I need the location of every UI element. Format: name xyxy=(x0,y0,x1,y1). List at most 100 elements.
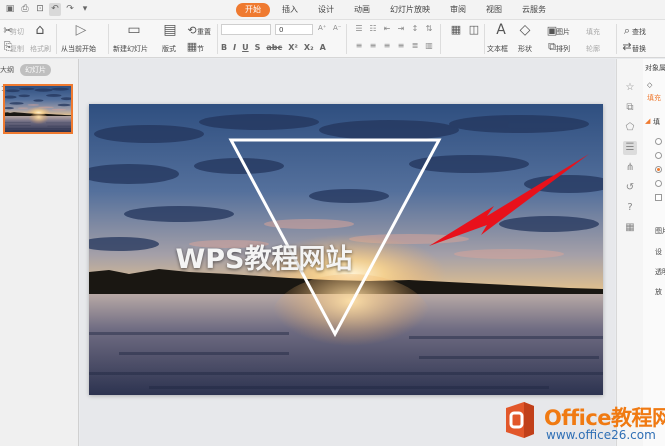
numbering-icon[interactable]: ☷ xyxy=(366,24,380,33)
preview-icon[interactable]: ⊡ xyxy=(34,3,46,16)
font-color-icon[interactable]: A xyxy=(320,43,326,52)
copy-button[interactable]: 复制 xyxy=(10,44,24,54)
setting-label: 设 xyxy=(655,248,662,256)
tab-slides[interactable]: 幻灯片 xyxy=(20,64,51,76)
outdent-icon[interactable]: ⇤ xyxy=(380,24,394,33)
arrange-button[interactable]: 排列 xyxy=(556,44,570,54)
layout-button[interactable]: 版式 xyxy=(162,44,176,54)
undo-icon[interactable]: ↶ xyxy=(49,3,61,16)
textbox-icon[interactable]: A xyxy=(493,22,509,38)
copy-icon[interactable]: ⧉ xyxy=(623,101,637,115)
cut-button[interactable]: 剪切 xyxy=(10,27,24,37)
align-right-icon[interactable]: ≡ xyxy=(380,41,394,50)
strike-icon[interactable]: abc xyxy=(266,43,282,52)
tab-home[interactable]: 开始 xyxy=(236,3,270,17)
print-icon[interactable]: ⎙ xyxy=(19,3,31,16)
share-icon[interactable]: ⋔ xyxy=(623,161,637,175)
underline-icon[interactable]: U xyxy=(242,43,249,52)
help-icon[interactable]: ? xyxy=(623,201,637,215)
tab-design[interactable]: 设计 xyxy=(310,3,342,17)
bullets-icon[interactable]: ☰ xyxy=(352,24,366,33)
object-properties-pane: 对象属性 ◇ 填充 ◢ 填 图片 设 透明 放 xyxy=(643,59,665,446)
find-button[interactable]: 查找 xyxy=(632,27,646,37)
menu-tabs: 开始 插入 设计 动画 幻灯片放映 审阅 视图 云服务 xyxy=(236,3,558,17)
bold-icon[interactable]: B xyxy=(221,43,227,52)
fill-option-radio[interactable] xyxy=(655,166,662,173)
fill-button[interactable]: 填充 xyxy=(586,27,600,37)
replace-button[interactable]: 替换 xyxy=(632,44,646,54)
picture-button[interactable]: 图片 xyxy=(556,27,570,37)
scale-label: 放 xyxy=(655,288,662,296)
chevron-down-icon[interactable]: ▾ xyxy=(79,3,91,16)
italic-icon[interactable]: I xyxy=(233,43,236,52)
new-slide-button[interactable]: 新建幻灯片 xyxy=(113,44,148,54)
watermark: Office教程网 www.office26.com xyxy=(498,398,665,446)
picture-source-label: 图片 xyxy=(655,227,665,235)
fill-section-label: 填 xyxy=(653,118,660,126)
align-center-icon[interactable]: ≡ xyxy=(366,41,380,50)
office-logo-icon xyxy=(506,402,534,438)
table-icon[interactable]: ▦ xyxy=(448,23,464,36)
font-name-field[interactable] xyxy=(221,24,271,35)
shape-button[interactable]: 形状 xyxy=(518,44,532,54)
slide-canvas[interactable]: WPS教程网站 xyxy=(89,104,603,395)
slide-thumbnail[interactable] xyxy=(3,84,73,134)
layout-icon[interactable]: ▤ xyxy=(162,22,178,38)
tab-slideshow[interactable]: 幻灯片放映 xyxy=(382,3,438,17)
outline-button[interactable]: 轮廓 xyxy=(586,44,600,54)
font-size-field[interactable]: 0 xyxy=(275,24,313,35)
font-format-row: B I U S abc X² X₂ A xyxy=(221,43,326,52)
shadow-icon[interactable]: S xyxy=(255,43,261,52)
grow-font-icon[interactable]: A⁺ xyxy=(318,24,326,32)
fill-section-toggle[interactable]: ◢ xyxy=(645,117,650,125)
fill-option-checkbox[interactable] xyxy=(655,194,662,201)
justify-icon[interactable]: ≡ xyxy=(394,41,408,50)
new-slide-icon[interactable]: ▭ xyxy=(126,22,142,38)
task-pane-strip: ☆ ⧉ ⬠ ☰ ⋔ ↺ ? ▦ xyxy=(616,59,643,446)
shape-icon[interactable]: ◇ xyxy=(517,22,533,38)
superscript-icon[interactable]: X² xyxy=(288,43,298,52)
quick-access-toolbar: ▣ ⎙ ⊡ ↶ ↷ ▾ xyxy=(4,3,91,16)
save-icon[interactable]: ▣ xyxy=(4,3,16,16)
format-painter-button[interactable]: 格式刷 xyxy=(30,44,51,54)
distribute-icon[interactable]: ≣ xyxy=(408,41,422,50)
tab-cloud[interactable]: 云服务 xyxy=(514,3,554,17)
columns-icon[interactable]: ▥ xyxy=(422,41,436,50)
tab-animation[interactable]: 动画 xyxy=(346,3,378,17)
subscript-icon[interactable]: X₂ xyxy=(304,43,314,52)
align-left-icon[interactable]: ≡ xyxy=(352,41,366,50)
fill-tab[interactable]: 填充 xyxy=(647,93,661,103)
fill-icon[interactable]: ◇ xyxy=(647,81,652,89)
section-button[interactable]: 节 xyxy=(197,44,204,54)
ribbon-toolbar: ✂ 剪切 ⎘ 复制 ⌂ 格式刷 ▷ 从当前开始 ▭ 新建幻灯片 ▤ 版式 ⟲ 重… xyxy=(0,20,665,58)
shrink-font-icon[interactable]: A⁻ xyxy=(333,24,341,32)
transparency-label: 透明 xyxy=(655,268,665,276)
menu-bar: ▣ ⎙ ⊡ ↶ ↷ ▾ 开始 插入 设计 动画 幻灯片放映 审阅 视图 云服务 xyxy=(0,0,665,20)
tab-view[interactable]: 视图 xyxy=(478,3,510,17)
indent-icon[interactable]: ⇥ xyxy=(394,24,408,33)
fill-option-radio[interactable] xyxy=(655,152,662,159)
tab-insert[interactable]: 插入 xyxy=(274,3,306,17)
paragraph-tools: ☰ ☷ ⇤ ⇥ ↕ ⇅ ≡ ≡ ≡ ≡ ≣ ▥ xyxy=(352,24,436,50)
fill-option-radio[interactable] xyxy=(655,138,662,145)
play-from-current-button[interactable]: 从当前开始 xyxy=(61,44,96,54)
redo-icon[interactable]: ↷ xyxy=(64,3,76,16)
slide-title-text[interactable]: WPS教程网站 xyxy=(89,237,439,276)
slides-pane: 大纲 幻灯片 1 xyxy=(0,59,79,446)
grid-icon[interactable]: ▦ xyxy=(623,221,637,235)
line-spacing-icon[interactable]: ↕ xyxy=(408,24,422,33)
format-painter-icon[interactable]: ⌂ xyxy=(32,22,48,38)
history-icon[interactable]: ↺ xyxy=(623,181,637,195)
shape-icon[interactable]: ⬠ xyxy=(623,121,637,135)
fill-option-radio[interactable] xyxy=(655,180,662,187)
tab-outline[interactable]: 大纲 xyxy=(0,65,14,75)
tab-review[interactable]: 审阅 xyxy=(442,3,474,17)
textbox-button[interactable]: 文本框 xyxy=(487,44,508,54)
play-icon[interactable]: ▷ xyxy=(73,22,89,38)
watermark-url: www.office26.com xyxy=(546,428,656,442)
reset-button[interactable]: 重置 xyxy=(197,27,211,37)
star-icon[interactable]: ☆ xyxy=(623,81,637,95)
text-direction-icon[interactable]: ⇅ xyxy=(422,24,436,33)
smartart-icon[interactable]: ◫ xyxy=(466,23,482,36)
properties-icon[interactable]: ☰ xyxy=(623,141,637,155)
